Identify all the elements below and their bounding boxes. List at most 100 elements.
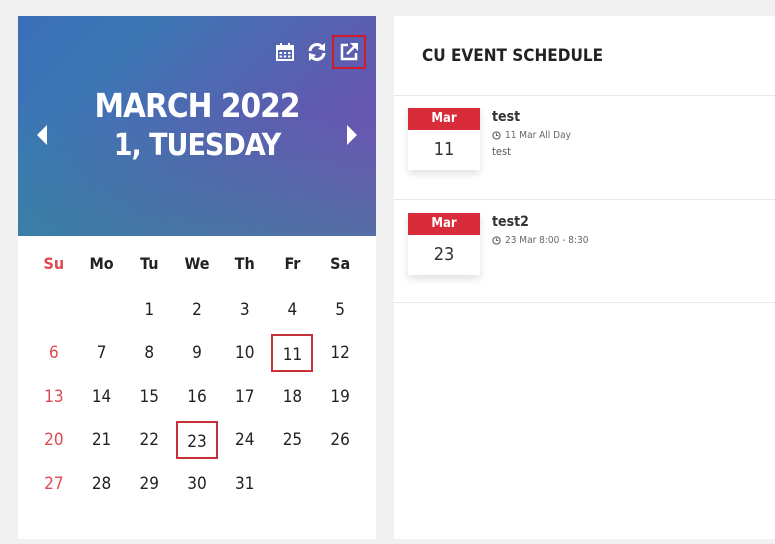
day-number: 15 [139, 386, 160, 407]
schedule-title: CU EVENT SCHEDULE [422, 46, 604, 66]
event-info: test2 23 Mar 8:00 - 8:30 [492, 213, 589, 246]
day-number: 7 [96, 343, 107, 364]
weekday-label: Su [43, 254, 65, 273]
event-item[interactable]: Mar 11 test 11 Mar All Day test [408, 108, 768, 198]
empty-day-cell [316, 462, 364, 506]
day-number: 20 [44, 430, 64, 451]
calendar-day[interactable]: 7 [78, 332, 126, 376]
calendar-day[interactable]: 22 [125, 419, 173, 463]
calendar-day[interactable]: 25 [269, 419, 317, 463]
day-number [271, 465, 313, 503]
divider [394, 302, 775, 303]
event-info: test 11 Mar All Day test [492, 108, 571, 158]
external-link-icon[interactable] [332, 35, 366, 69]
calendar-icon[interactable] [272, 39, 298, 65]
calendar-day[interactable]: 8 [125, 332, 173, 376]
day-number: 16 [187, 386, 207, 407]
day-number: 12 [330, 343, 350, 364]
event-item[interactable]: Mar 23 test2 23 Mar 8:00 - 8:30 [408, 213, 768, 303]
calendar-day[interactable]: 13 [30, 375, 78, 419]
calendar-day[interactable]: 26 [316, 419, 364, 463]
calendar-header: MARCH 2022 1, TUESDAY [18, 16, 376, 236]
day-number: 5 [335, 299, 345, 320]
day-number: 22 [139, 430, 160, 451]
event-schedule-panel: CU EVENT SCHEDULE Mar 11 test 11 Mar All… [394, 16, 775, 539]
weekday-label: Th [234, 254, 255, 273]
calendar-day[interactable]: 16 [173, 375, 221, 419]
clock-icon [492, 236, 501, 245]
current-date-title: MARCH 2022 1, TUESDAY [78, 86, 316, 166]
day-number: 6 [48, 343, 59, 364]
weekday-header-row: Su Mo Tu We Th Fr Sa [30, 254, 364, 273]
calendar-day[interactable]: 6 [30, 332, 78, 376]
day-number: 10 [234, 343, 255, 364]
day-number [81, 291, 123, 329]
event-month: Mar [408, 213, 480, 235]
day-number: 17 [234, 386, 255, 407]
weekday-label: Sa [330, 254, 351, 273]
event-time: 23 Mar 8:00 - 8:30 [492, 235, 589, 246]
divider [394, 199, 775, 200]
calendar-panel: MARCH 2022 1, TUESDAY Su Mo Tu We Th Fr Sa 123… [18, 16, 376, 539]
calendar-day[interactable]: 9 [173, 332, 221, 376]
empty-day-cell [78, 288, 126, 332]
month-year-label: MARCH 2022 [94, 86, 301, 125]
refresh-icon[interactable] [304, 39, 330, 65]
day-number: 23 [175, 421, 218, 460]
weekday-label: We [184, 254, 210, 273]
day-number [319, 465, 361, 503]
event-month: Mar [408, 108, 480, 130]
chevron-left-icon[interactable] [32, 120, 52, 150]
calendar-day[interactable]: 15 [125, 375, 173, 419]
calendar-day[interactable]: 12 [316, 332, 364, 376]
calendar-day[interactable]: 30 [173, 462, 221, 506]
calendar-day[interactable]: 29 [125, 462, 173, 506]
day-number: 24 [234, 430, 255, 451]
calendar-day[interactable]: 14 [78, 375, 126, 419]
calendar-day[interactable]: 4 [269, 288, 317, 332]
event-title[interactable]: test [492, 108, 571, 126]
event-description: test [492, 145, 512, 158]
calendar-day-grid: 1 2 3 4 5 6 7 8 9 10 11 12 13 14 15 16 17 18 19 20 21 22 23 24 2… [30, 288, 364, 506]
calendar-day[interactable]: 20 [30, 419, 78, 463]
day-number: 13 [44, 386, 64, 407]
event-day: 11 [433, 139, 455, 160]
calendar-day[interactable]: 28 [78, 462, 126, 506]
day-number: 25 [282, 430, 303, 451]
calendar-day[interactable]: 3 [221, 288, 269, 332]
event-date-badge: Mar 23 [408, 213, 480, 275]
event-date-badge: Mar 11 [408, 108, 480, 170]
calendar-day[interactable]: 11 [269, 332, 317, 376]
calendar-day[interactable]: 21 [78, 419, 126, 463]
day-number: 9 [192, 343, 202, 364]
calendar-day[interactable]: 17 [221, 375, 269, 419]
weekday-label: Fr [284, 254, 301, 273]
calendar-day[interactable]: 1 [125, 288, 173, 332]
event-title[interactable]: test2 [492, 213, 589, 231]
day-number: 31 [234, 473, 255, 494]
empty-day-cell [30, 288, 78, 332]
day-number: 30 [187, 473, 207, 494]
day-number: 2 [192, 299, 202, 320]
clock-icon [492, 131, 501, 140]
calendar-day[interactable]: 19 [316, 375, 364, 419]
day-number: 18 [282, 386, 303, 407]
calendar-day[interactable]: 31 [221, 462, 269, 506]
calendar-day[interactable]: 24 [221, 419, 269, 463]
calendar-day[interactable]: 27 [30, 462, 78, 506]
calendar-day[interactable]: 5 [316, 288, 364, 332]
calendar-day[interactable]: 23 [173, 419, 221, 463]
calendar-day[interactable]: 10 [221, 332, 269, 376]
day-number: 1 [144, 299, 155, 320]
event-time-text: 23 Mar 8:00 - 8:30 [505, 235, 589, 246]
day-number: 19 [330, 386, 350, 407]
chevron-right-icon[interactable] [342, 120, 362, 150]
calendar-day[interactable]: 18 [269, 375, 317, 419]
event-day: 23 [433, 244, 455, 265]
day-number: 4 [287, 299, 298, 320]
calendar-day[interactable]: 2 [173, 288, 221, 332]
selected-day-label: 1, TUESDAY [113, 128, 282, 163]
day-number: 29 [139, 473, 160, 494]
weekday-label: Tu [140, 254, 159, 273]
day-number: 14 [91, 386, 112, 407]
